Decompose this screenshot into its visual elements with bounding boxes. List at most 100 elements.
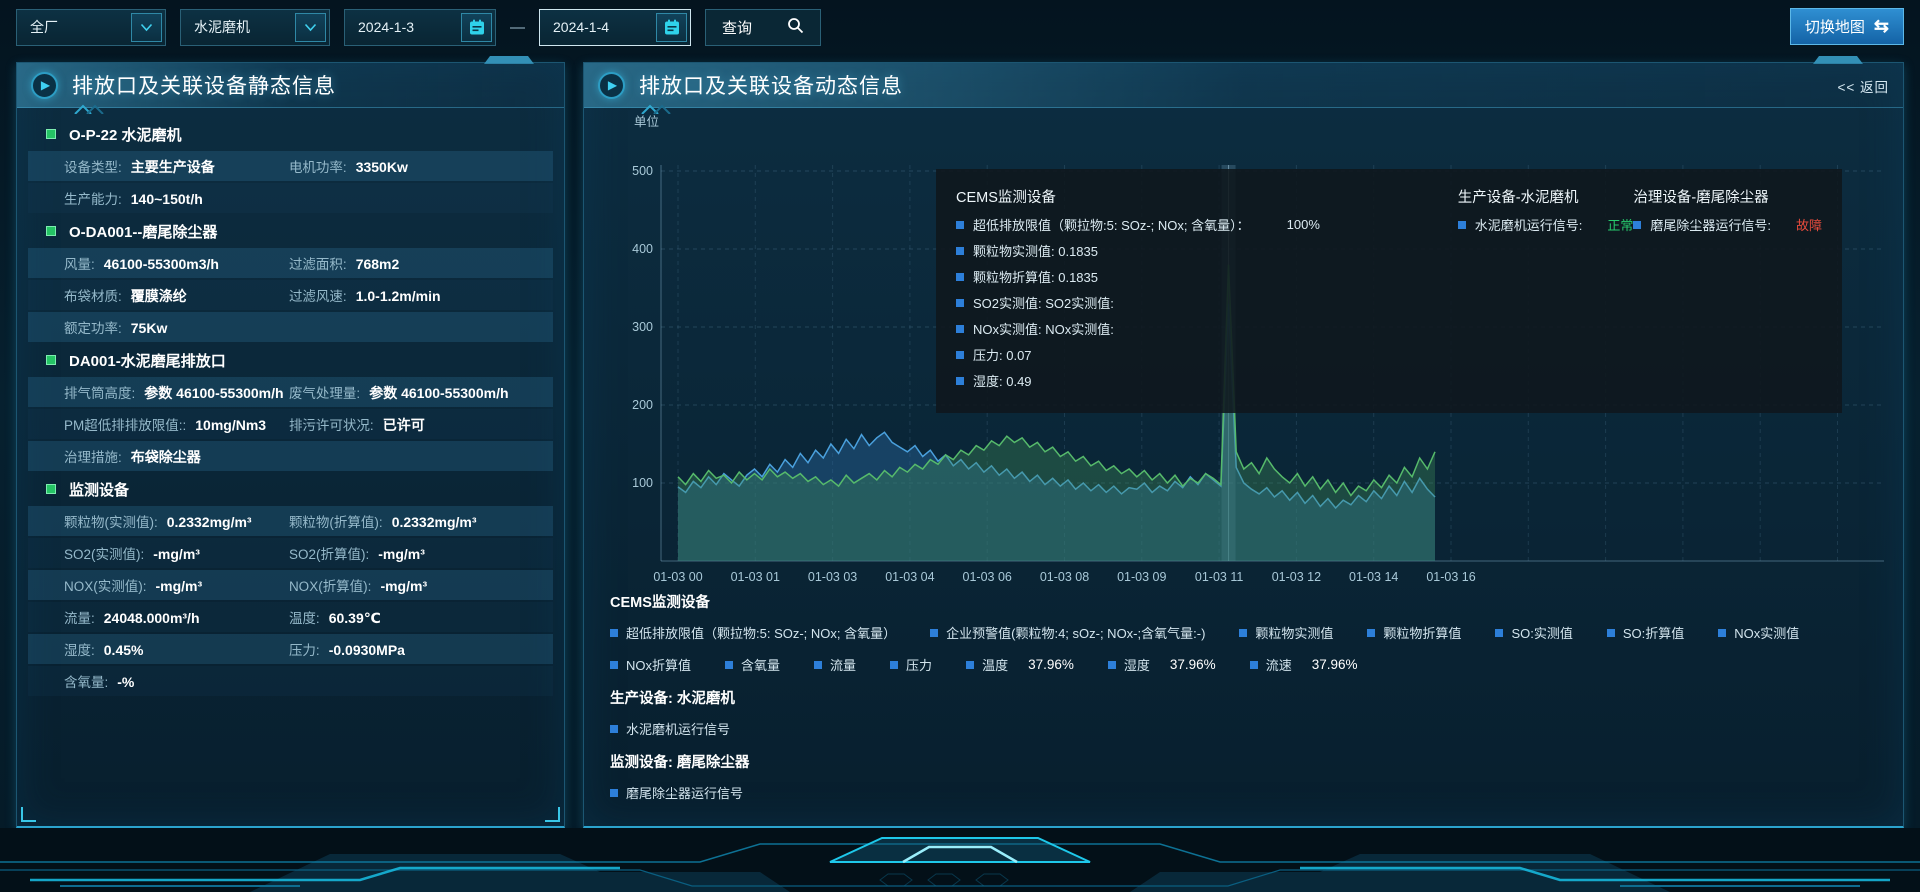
svg-text:01-03 14: 01-03 14 bbox=[1349, 570, 1398, 584]
bullet-icon bbox=[1239, 629, 1247, 637]
tooltip-item: 压力: 0.07 bbox=[956, 345, 1458, 364]
svg-text:01-03 00: 01-03 00 bbox=[653, 570, 702, 584]
device-select[interactable]: 水泥磨机 bbox=[180, 9, 330, 46]
back-button[interactable]: << 返回 bbox=[1837, 76, 1889, 96]
chevron-down-icon[interactable] bbox=[131, 13, 162, 42]
info-label: 排气筒高度: bbox=[64, 382, 135, 402]
svg-text:400: 400 bbox=[632, 242, 653, 256]
legend-row-2: NOx折算值含氧量流量压力温度37.96%湿度37.96%流速37.96% bbox=[610, 655, 1877, 674]
info-cell: SO2(折算值):-mg/m³ bbox=[289, 543, 553, 563]
legend-label: NOx实测值 bbox=[1734, 623, 1799, 642]
static-info-panel: ▶ 排放口及关联设备静态信息 O-P-22 水泥磨机设备类型:主要生产设备电机功… bbox=[16, 62, 565, 828]
tooltip-item: 超低排放限值（颗拉物:5: SOz-; NOx; 含氧量）：100% bbox=[956, 215, 1458, 234]
query-button[interactable]: 查询 bbox=[705, 9, 821, 46]
legend-item: 含氧量 bbox=[725, 655, 780, 674]
info-row: 湿度:0.45%压力:-0.0930MPa bbox=[28, 634, 553, 664]
section-title: 监测设备 bbox=[69, 479, 129, 500]
corner-decoration bbox=[21, 807, 36, 822]
legend-label: 磨尾除尘器运行信号 bbox=[626, 783, 743, 802]
info-cell: SO2(实测值): -mg/m³ bbox=[64, 543, 289, 563]
info-value: 0.2332mg/m³ bbox=[392, 514, 477, 530]
info-value: -0.0930MPa bbox=[329, 642, 405, 658]
info-label: SO2(实测值): bbox=[64, 543, 144, 563]
legend-value: 37.96% bbox=[1028, 657, 1074, 672]
svg-text:01-03 09: 01-03 09 bbox=[1117, 570, 1166, 584]
info-cell: 颗粒物(实测值):0.2332mg/m³ bbox=[64, 511, 289, 531]
device-select-value: 水泥磨机 bbox=[194, 17, 250, 37]
bullet-icon bbox=[930, 629, 938, 637]
svg-text:01-03 06: 01-03 06 bbox=[963, 570, 1012, 584]
info-value: -mg/m³ bbox=[153, 546, 200, 562]
legend-item: 超低排放限值（颗拉物:5: SOz-; NOx; 含氧量） bbox=[610, 623, 896, 642]
info-value: -mg/m³ bbox=[156, 578, 203, 594]
calendar-icon[interactable] bbox=[656, 13, 687, 42]
info-value: 3350Kw bbox=[356, 159, 408, 175]
info-label: 颗粒物(实测值): bbox=[64, 511, 158, 531]
info-row: 风量:46100-55300m3/h过滤面积:768m2 bbox=[28, 248, 553, 278]
svg-text:01-03 01: 01-03 01 bbox=[731, 570, 780, 584]
chevron-down-icon[interactable] bbox=[295, 13, 326, 42]
svg-text:01-03 16: 01-03 16 bbox=[1426, 570, 1475, 584]
info-cell: 压力:-0.0930MPa bbox=[289, 639, 553, 659]
date-start-input[interactable]: 2024-1-3 bbox=[344, 9, 496, 46]
legend-label: 温度 bbox=[982, 655, 1008, 674]
info-cell: 含氧量:-% bbox=[64, 671, 289, 691]
info-row: 颗粒物(实测值):0.2332mg/m³颗粒物(折算值):0.2332mg/m³ bbox=[28, 506, 553, 536]
info-value: -mg/m³ bbox=[378, 546, 425, 562]
legend-label: SO:实测值 bbox=[1511, 623, 1572, 642]
bottom-hud-decoration bbox=[0, 828, 1920, 892]
legend-item: 压力 bbox=[890, 655, 932, 674]
bullet-icon bbox=[956, 247, 964, 255]
legend-label: 超低排放限值（颗拉物:5: SOz-; NOx; 含氧量） bbox=[626, 623, 896, 642]
info-label: 治理措施: bbox=[64, 446, 122, 466]
legend-label: 湿度 bbox=[1124, 655, 1150, 674]
info-value: 60.39℃ bbox=[329, 610, 381, 627]
legend-item: 水泥磨机运行信号 bbox=[610, 719, 730, 738]
bullet-icon bbox=[1607, 629, 1615, 637]
info-label: 排污许可状况: bbox=[289, 414, 374, 434]
tooltip-cems-column: CEMS监测设备 超低排放限值（颗拉物:5: SOz-; NOx; 含氧量）：1… bbox=[956, 182, 1458, 397]
section-title: O-DA001--磨尾除尘器 bbox=[69, 221, 217, 242]
info-value: 参数 46100-55300m/h bbox=[369, 383, 508, 403]
emissions-chart[interactable]: 单位 10020030040050001-03 0001-03 0101-03 … bbox=[604, 107, 1885, 587]
tooltip-production-title: 生产设备-水泥磨机 bbox=[1458, 186, 1634, 207]
play-glyph: ▶ bbox=[608, 78, 617, 92]
monitor-signal-row: 磨尾除尘器运行信号 bbox=[610, 783, 1877, 802]
calendar-icon[interactable] bbox=[461, 13, 492, 42]
bullet-icon bbox=[966, 661, 974, 669]
info-section-header: O-DA001--磨尾除尘器 bbox=[17, 216, 564, 246]
section-bullet-icon bbox=[46, 484, 56, 494]
bullet-icon bbox=[1718, 629, 1726, 637]
info-row: 布袋材质:覆膜涤纶过滤风速:1.0-1.2m/min bbox=[28, 280, 553, 310]
play-icon: ▶ bbox=[31, 72, 58, 99]
info-label: 温度: bbox=[289, 607, 320, 627]
static-info-list: O-P-22 水泥磨机设备类型:主要生产设备电机功率:3350Kw生产能力:14… bbox=[17, 108, 564, 696]
info-label: NOX(实测值): bbox=[64, 575, 147, 595]
legend-item: NOx实测值 bbox=[1718, 623, 1799, 642]
date-end-input[interactable]: 2024-1-4 bbox=[539, 9, 691, 46]
plant-select[interactable]: 全厂 bbox=[16, 9, 166, 46]
legend-item: SO:实测值 bbox=[1495, 623, 1572, 642]
info-value: 46100-55300m3/h bbox=[104, 256, 219, 272]
header-chevron-decoration bbox=[73, 104, 113, 114]
switch-map-label: 切换地图 bbox=[1805, 16, 1865, 37]
svg-text:200: 200 bbox=[632, 398, 653, 412]
info-cell: 湿度:0.45% bbox=[64, 639, 289, 659]
tooltip-item-text: NOx实测值: NOx实测值: bbox=[973, 319, 1114, 338]
info-value: -% bbox=[117, 674, 134, 690]
bullet-icon bbox=[1458, 221, 1466, 229]
info-value: 75Kw bbox=[131, 320, 168, 336]
date-end-value: 2024-1-4 bbox=[553, 19, 609, 35]
info-row: PM超低排排放限值::10mg/Nm3排污许可状况:已许可 bbox=[28, 409, 553, 439]
legend-label: 颗粒物折算值 bbox=[1383, 623, 1461, 642]
treatment-signal-label: 磨尾除尘器运行信号: bbox=[1650, 215, 1771, 234]
bullet-icon bbox=[956, 325, 964, 333]
info-row: 含氧量:-% bbox=[28, 666, 553, 696]
info-label: 过滤面积: bbox=[289, 253, 347, 273]
legend-label: 水泥磨机运行信号 bbox=[626, 719, 730, 738]
tooltip-item: SO2实测值: SO2实测值: bbox=[956, 293, 1458, 312]
legend-item: 温度 37.96% bbox=[966, 655, 1074, 674]
bullet-icon bbox=[956, 273, 964, 281]
switch-map-button[interactable]: 切换地图 ⇆ bbox=[1790, 8, 1904, 45]
legend-value: 37.96% bbox=[1312, 657, 1358, 672]
